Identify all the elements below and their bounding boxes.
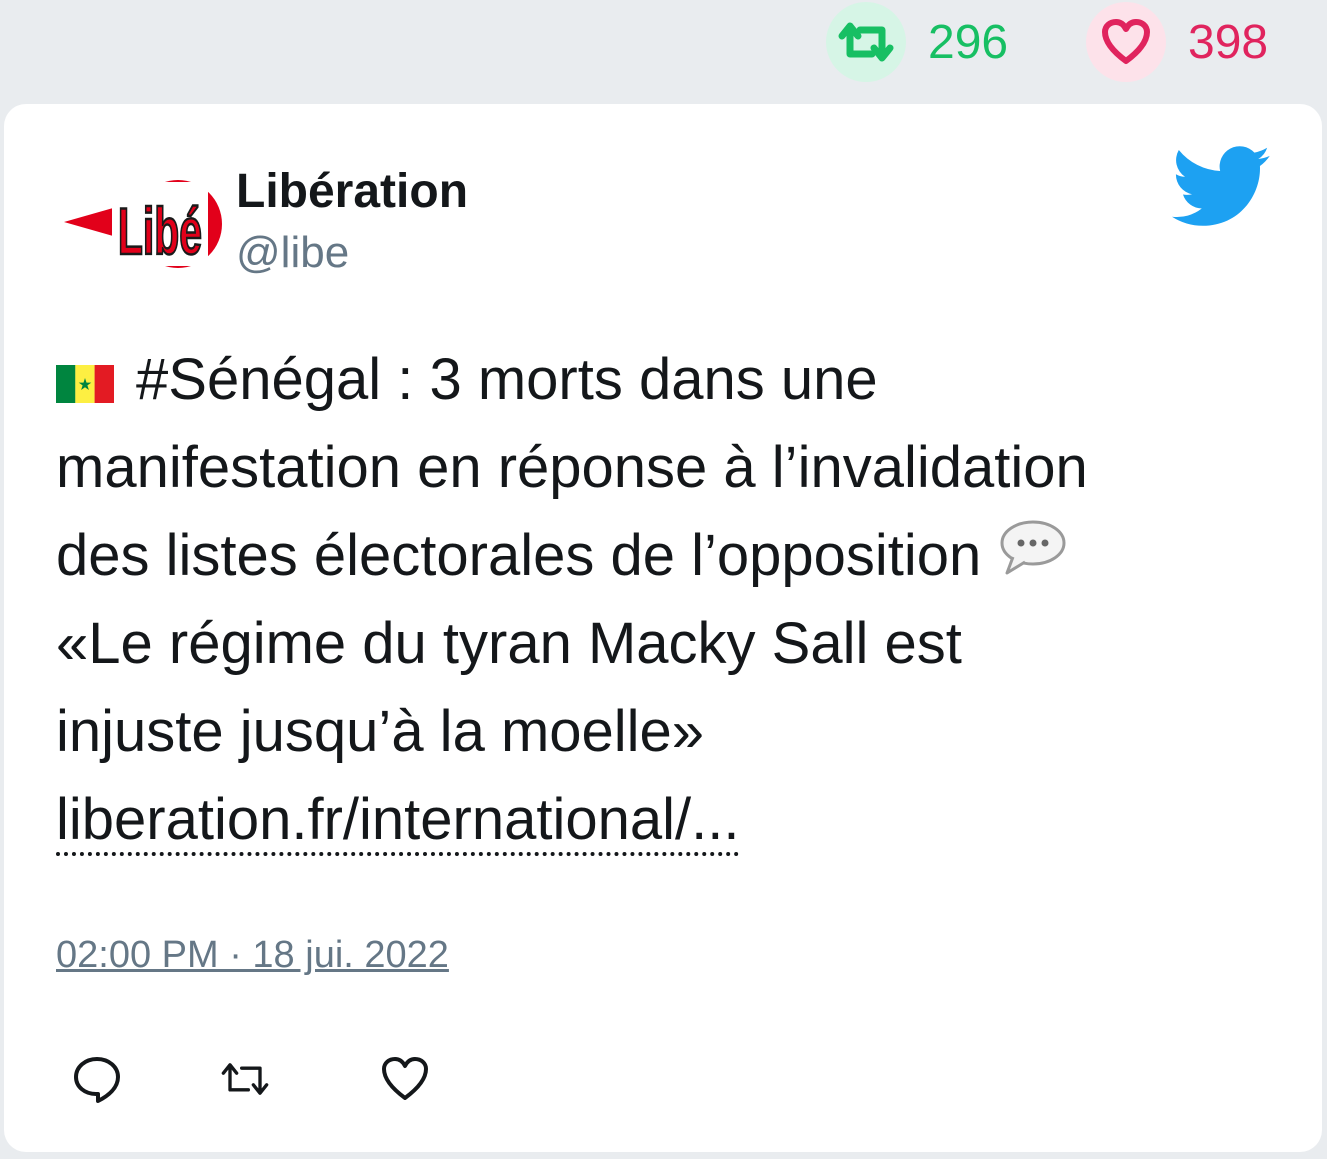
avatar-logo-text: Libé: [118, 194, 202, 269]
tweet-card: Libé Libération @libe #Sénégal : 3 morts…: [4, 104, 1322, 1152]
tweet-line-1-text: #Sénégal : 3 morts dans une: [136, 347, 878, 412]
retweet-icon: [838, 22, 894, 62]
like-stat-circle: [1086, 2, 1166, 82]
author-handle[interactable]: @libe: [236, 228, 349, 278]
tweet-text: #Sénégal : 3 morts dans une manifestatio…: [56, 336, 1276, 864]
tweet-line-5: injuste jusqu’à la moelle»: [56, 699, 705, 764]
tweet-link[interactable]: liberation.fr/international/...: [56, 787, 740, 856]
tweet-line-2: manifestation en réponse à l’invalidatio…: [56, 435, 1088, 500]
retweet-count: 296: [928, 15, 1009, 69]
reply-icon[interactable]: [72, 1054, 122, 1104]
author-name[interactable]: Libération: [236, 164, 468, 219]
tweet-link-line: liberation.fr/international/...: [56, 776, 1276, 864]
engagement-stats: 296 398: [0, 0, 1327, 100]
retweet-stat[interactable]: 296: [826, 2, 1008, 82]
senegal-flag-icon: [56, 365, 114, 403]
tweet-line-3-text: des listes électorales de l’opposition: [56, 523, 982, 588]
tweet-line-4: «Le régime du tyran Macky Sall est: [56, 611, 962, 676]
speech-bubble-icon: [1000, 520, 1066, 575]
retweet-icon[interactable]: [220, 1054, 270, 1104]
avatar[interactable]: Libé: [60, 166, 226, 282]
like-stat[interactable]: 398: [1086, 2, 1268, 82]
tweet-timestamp[interactable]: 02:00 PM · 18 jui. 2022: [56, 934, 449, 977]
retweet-stat-circle: [826, 2, 906, 82]
heart-icon[interactable]: [380, 1054, 430, 1104]
like-count: 398: [1188, 15, 1269, 69]
heart-icon: [1102, 19, 1150, 64]
tweet-line-3: des listes électorales de l’opposition: [56, 512, 1276, 600]
tweet-line-1: #Sénégal : 3 morts dans une: [56, 336, 1276, 424]
twitter-bird-icon[interactable]: [1172, 146, 1270, 228]
